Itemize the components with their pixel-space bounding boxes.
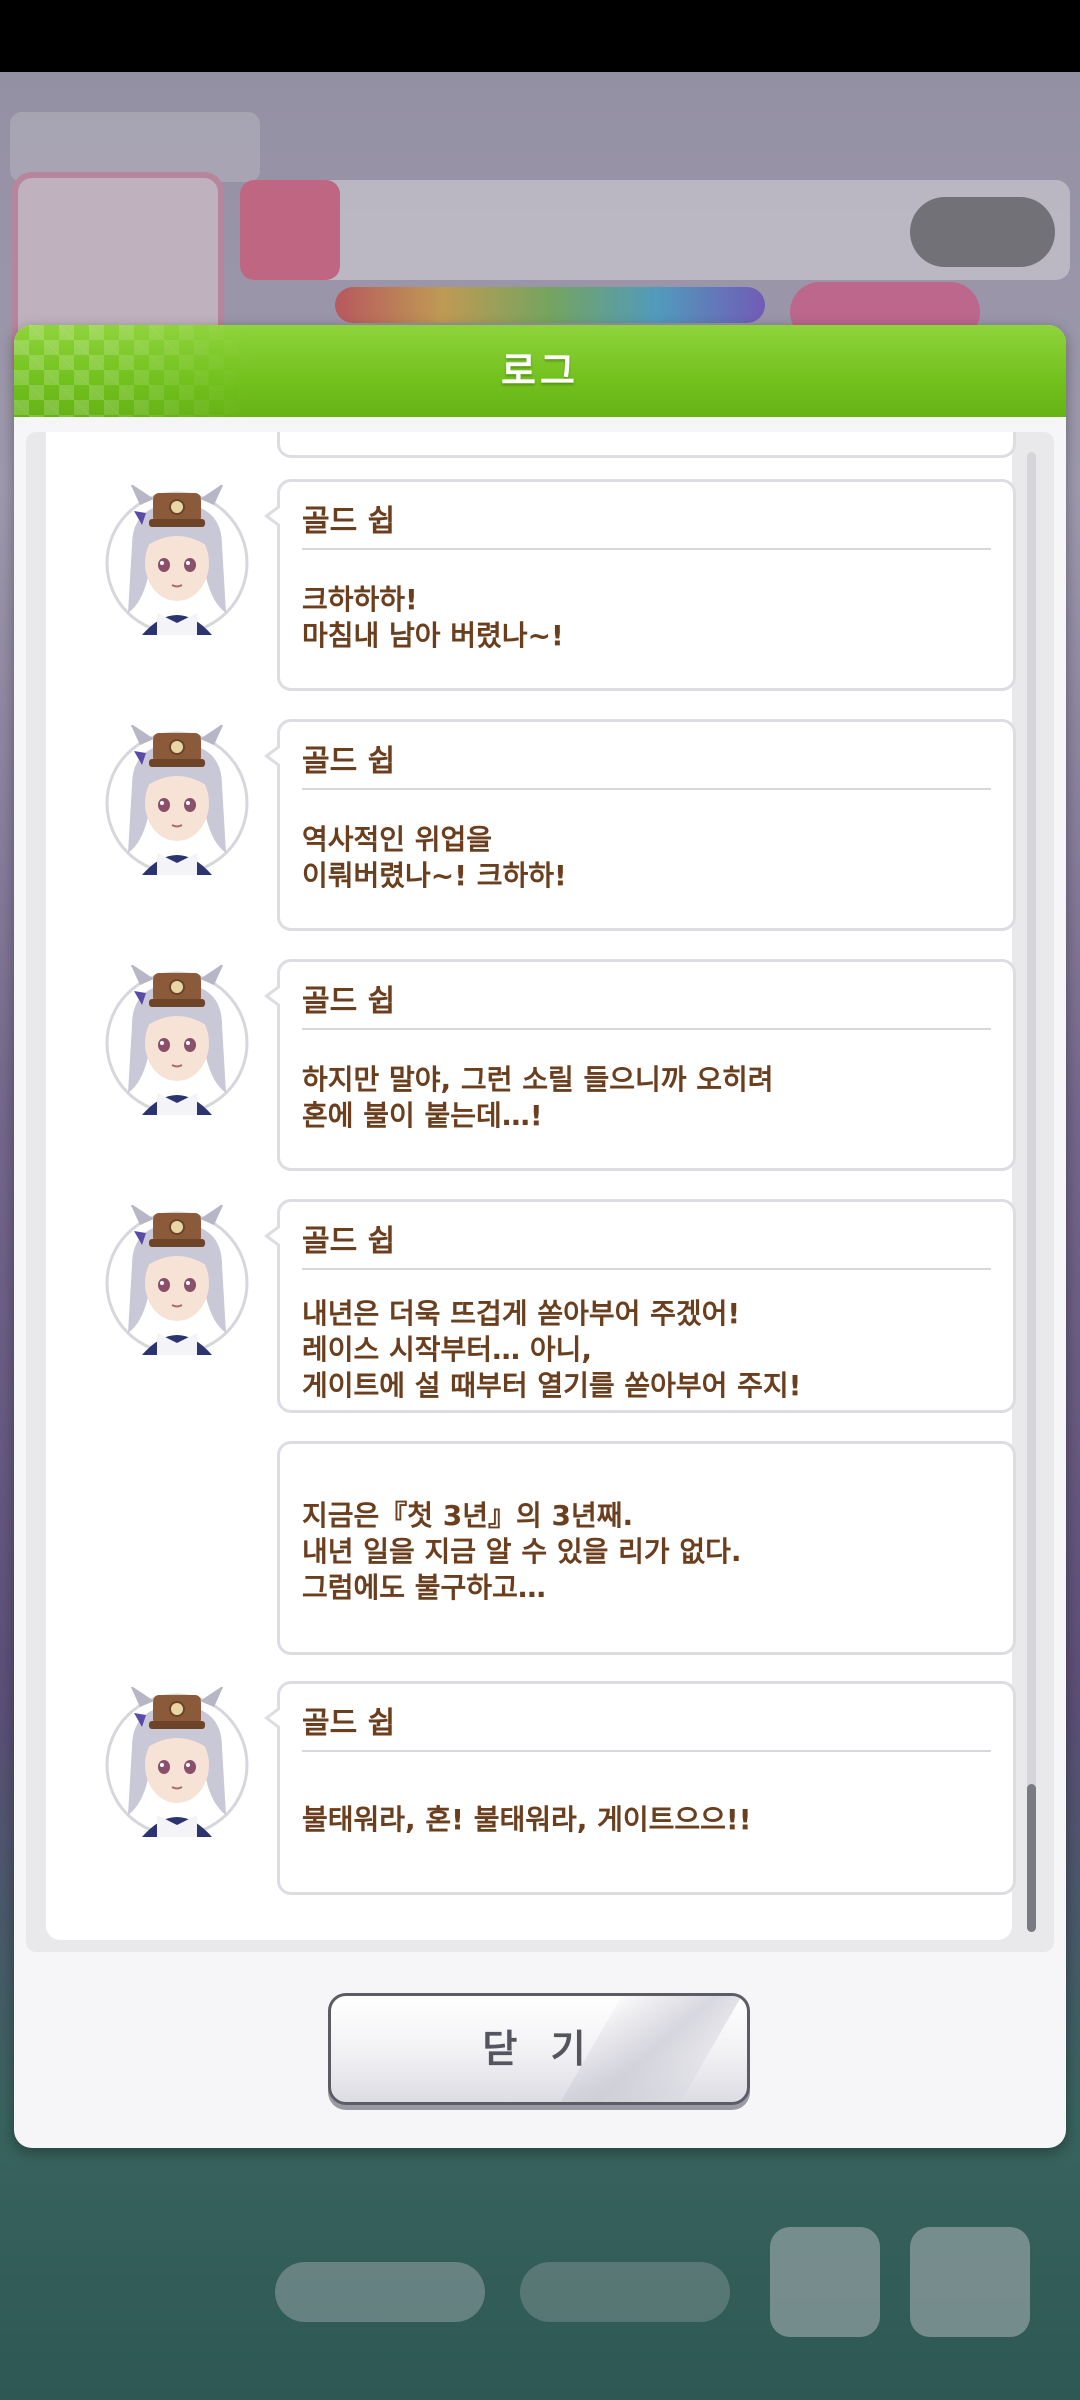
speaker-divider bbox=[302, 788, 991, 790]
close-button-label: 닫 기 bbox=[482, 2027, 596, 2071]
speaker-name: 골드 쉽 bbox=[302, 1706, 396, 1741]
previous-entry-edge bbox=[277, 432, 1016, 458]
close-button[interactable]: 닫 기 bbox=[328, 1993, 750, 2105]
speaker-divider bbox=[302, 1750, 991, 1752]
dialogue-text: 지금은『첫 3년』의 3년째. 내년 일을 지금 알 수 있을 리가 없다. 그… bbox=[302, 1499, 742, 1604]
dialogue-text: 불태워라, 혼! 불태워라, 게이트으으!! bbox=[302, 1803, 752, 1836]
dialogue-bubble: 골드 쉽내년은 더욱 뜨겁게 쏟아부어 주겠어! 레이스 시작부터… 아니, 게… bbox=[264, 1199, 1016, 1413]
character-avatar-icon bbox=[102, 725, 252, 875]
log-entry: 골드 쉽내년은 더욱 뜨겁게 쏟아부어 주겠어! 레이스 시작부터… 아니, 게… bbox=[46, 1199, 1016, 1413]
dialogue-bubble: 골드 쉽하지만 말야, 그런 소릴 들으니까 오히려 혼에 불이 붙는데…! bbox=[264, 959, 1016, 1171]
speaker-divider bbox=[302, 1028, 991, 1030]
log-entry: 골드 쉽크하하하! 마침내 남아 버렸나~! bbox=[46, 479, 1016, 691]
dialogue-text: 내년은 더욱 뜨겁게 쏟아부어 주겠어! 레이스 시작부터… 아니, 게이트에 … bbox=[302, 1297, 802, 1402]
narration-bubble: 지금은『첫 3년』의 3년째. 내년 일을 지금 알 수 있을 리가 없다. 그… bbox=[277, 1441, 1016, 1655]
dialogue-text: 역사적인 위업을 이뤄버렸나~! 크하하! bbox=[302, 823, 567, 892]
log-entry: 골드 쉽불태워라, 혼! 불태워라, 게이트으으!! bbox=[46, 1681, 1016, 1895]
log-list: 골드 쉽 크하하하! 마침내 남아 버렸나~! 골드 쉽 역사적인 위업을 이뤄버렸… bbox=[46, 432, 1016, 1940]
dialogue-bubble: 골드 쉽역사적인 위업을 이뤄버렸나~! 크하하! bbox=[264, 719, 1016, 931]
log-entry: 지금은『첫 3년』의 3년째. 내년 일을 지금 알 수 있을 리가 없다. 그… bbox=[46, 1441, 1016, 1655]
speaker-name: 골드 쉽 bbox=[302, 744, 396, 779]
dialogue-text: 하지만 말야, 그런 소릴 들으니까 오히려 혼에 불이 붙는데…! bbox=[302, 1063, 774, 1132]
log-entry: 골드 쉽역사적인 위업을 이뤄버렸나~! 크하하! bbox=[46, 719, 1016, 931]
dialog-title: 로그 bbox=[501, 349, 579, 393]
scrollbar[interactable] bbox=[1027, 452, 1036, 1932]
character-avatar-icon bbox=[102, 1687, 252, 1837]
speaker-name: 골드 쉽 bbox=[302, 1224, 396, 1259]
speaker-divider bbox=[302, 1268, 991, 1270]
log-dialog: 로그 골드 쉽 크하하하! 마침내 남아 버렸나~! 골드 쉽 역사적인 위업을 이… bbox=[14, 325, 1066, 2148]
dialogue-bubble: 골드 쉽불태워라, 혼! 불태워라, 게이트으으!! bbox=[264, 1681, 1016, 1895]
character-avatar-icon bbox=[102, 485, 252, 635]
speaker-name: 골드 쉽 bbox=[302, 504, 396, 539]
log-entry: 골드 쉽하지만 말야, 그런 소릴 들으니까 오히려 혼에 불이 붙는데…! bbox=[46, 959, 1016, 1171]
dialogue-text: 크하하하! 마침내 남아 버렸나~! bbox=[302, 583, 564, 652]
scrollbar-thumb[interactable] bbox=[1027, 1784, 1036, 1932]
speaker-divider bbox=[302, 548, 991, 550]
log-scroll-area[interactable]: 골드 쉽 크하하하! 마침내 남아 버렸나~! 골드 쉽 역사적인 위업을 이뤄버렸… bbox=[26, 432, 1054, 1952]
character-avatar-icon bbox=[102, 1205, 252, 1355]
speaker-name: 골드 쉽 bbox=[302, 984, 396, 1019]
dialog-header: 로그 bbox=[14, 325, 1066, 417]
dialogue-bubble: 골드 쉽크하하하! 마침내 남아 버렸나~! bbox=[264, 479, 1016, 691]
character-avatar-icon bbox=[102, 965, 252, 1115]
